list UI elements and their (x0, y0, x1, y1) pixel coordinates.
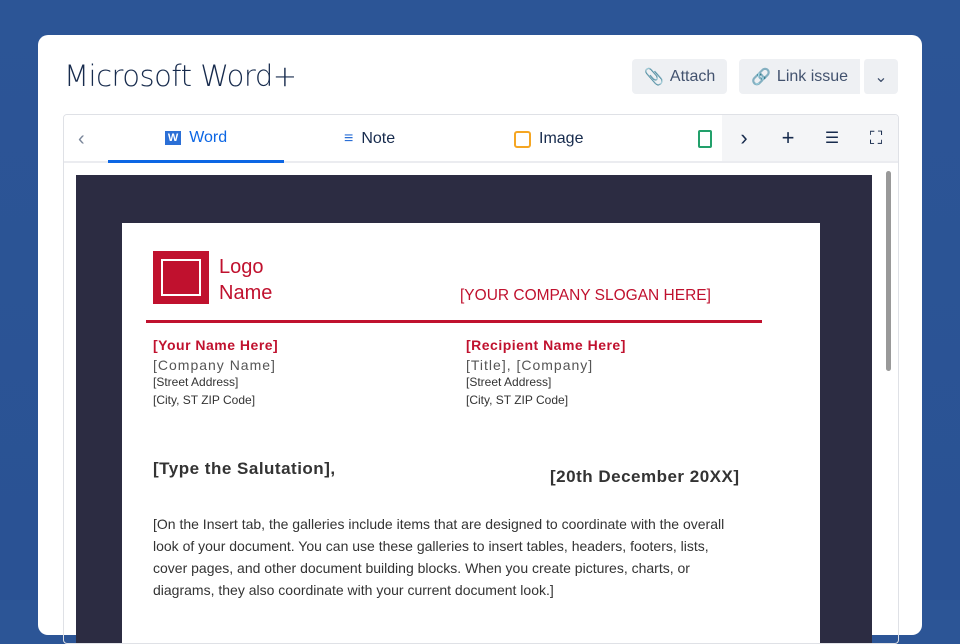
document-viewer: Logo Name [YOUR COMPANY SLOGAN HERE] [You… (76, 175, 872, 643)
recipient-company: [Title], [Company] (466, 357, 594, 373)
logo-line: Logo (219, 256, 264, 278)
tab-label: Note (361, 130, 396, 147)
attach-button[interactable]: 📎 Attach (632, 59, 728, 94)
link-issue-button[interactable]: 🔗 Link issue (739, 59, 861, 94)
divider (146, 320, 762, 323)
fullscreen-icon: ⛶ (869, 127, 883, 148)
link-icon: 🔗 (751, 68, 771, 86)
attach-label: Attach (669, 67, 716, 85)
paperclip-icon: 📎 (644, 68, 664, 86)
recipient-city: [City, ST ZIP Code] (466, 393, 569, 407)
attachment-panel: ‹ W Word ≡ Note Image › + ☰ ⛶ Logo Name [YO… (63, 114, 899, 644)
document-page: Logo Name [YOUR COMPANY SLOGAN HERE] [You… (122, 223, 820, 643)
issue-card: Microsoft Word+ 📎 Attach 🔗 Link issue ⌄ ‹ … (38, 35, 922, 644)
chevron-down-icon: ⌄ (874, 68, 888, 86)
settings-button[interactable]: ☰ (810, 115, 854, 161)
sheet-icon (698, 130, 712, 148)
sliders-icon: ☰ (824, 130, 840, 147)
tab-word[interactable]: W Word (108, 115, 284, 163)
sender-street: [Street Address] (153, 375, 239, 389)
chevron-left-icon: ‹ (78, 127, 85, 150)
sender-city: [City, ST ZIP Code] (153, 393, 256, 407)
logo-name: Logo Name (219, 254, 272, 306)
logo-line: Name (219, 282, 273, 304)
chevron-right-icon: › (740, 125, 748, 150)
scrollbar[interactable] (886, 171, 891, 371)
tab-label: Word (189, 128, 228, 146)
letter-date: [20th December 20XX] (550, 467, 740, 486)
sender-company: [Company Name] (153, 357, 276, 373)
scroll-right-button[interactable]: › (722, 115, 766, 161)
recipient-name: [Recipient Name Here] (466, 337, 626, 353)
sender-name: [Your Name Here] (153, 337, 279, 353)
tab-bar: ‹ W Word ≡ Note Image › + ☰ ⛶ (64, 115, 898, 163)
link-issue-label: Link issue (776, 67, 849, 85)
recipient-street: [Street Address] (466, 375, 552, 389)
word-icon: W (164, 130, 182, 145)
more-dropdown-button[interactable]: ⌄ (863, 59, 898, 94)
logo-icon (153, 251, 209, 304)
add-button[interactable]: + (766, 115, 810, 161)
sender-block: [Your Name Here] [Company Name] [Street … (153, 337, 278, 409)
image-icon (514, 130, 531, 148)
recipient-block: [Recipient Name Here] [Title], [Company]… (466, 337, 626, 409)
tab-image[interactable]: Image (514, 115, 583, 163)
company-slogan: [YOUR COMPANY SLOGAN HERE] (460, 287, 711, 304)
plus-icon: + (781, 125, 795, 150)
page-title: Microsoft Word+ (64, 59, 297, 93)
fullscreen-button[interactable]: ⛶ (854, 115, 898, 161)
scroll-left-button[interactable]: ‹ (78, 115, 85, 163)
note-icon: ≡ (344, 130, 354, 147)
salutation: [Type the Salutation], (153, 459, 336, 478)
tab-label: Image (539, 130, 584, 147)
tab-note[interactable]: ≡ Note (344, 115, 395, 163)
tab-sheet[interactable] (698, 115, 712, 163)
letter-body: [On the Insert tab, the galleries includ… (153, 516, 725, 598)
